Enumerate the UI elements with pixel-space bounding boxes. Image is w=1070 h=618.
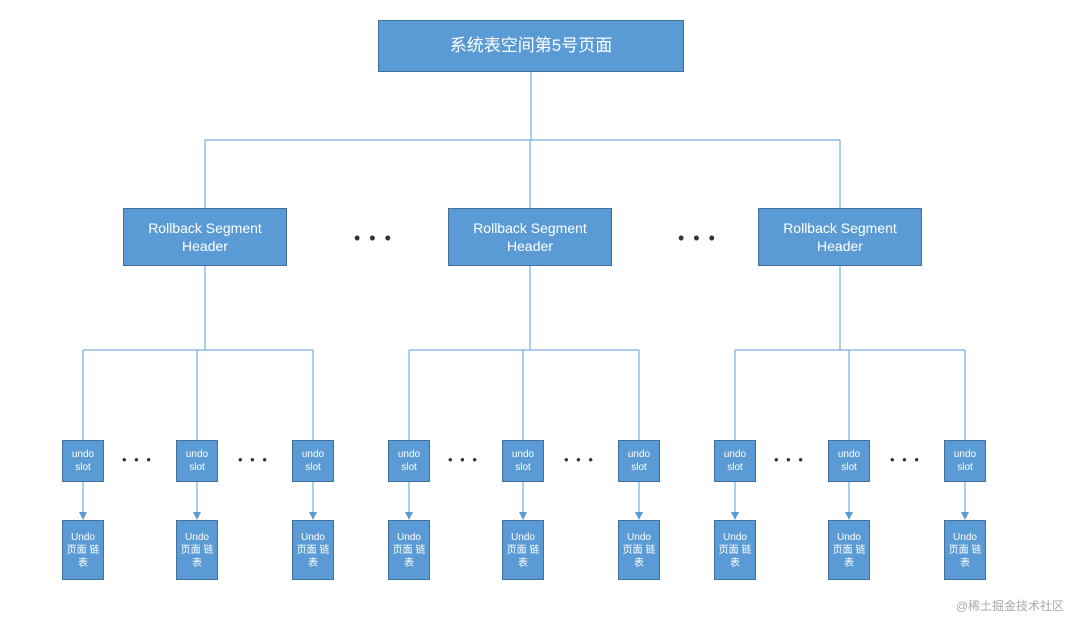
undo-page-list: Undo 页面 链表 bbox=[388, 520, 430, 580]
slot-ellipsis: • • • bbox=[122, 452, 153, 467]
undo-slot: undo slot bbox=[714, 440, 756, 482]
rollback-header-label: Rollback Segment Header bbox=[130, 219, 280, 255]
undo-slot: undo slot bbox=[292, 440, 334, 482]
undo-slot: undo slot bbox=[944, 440, 986, 482]
root-label: 系统表空间第5号页面 bbox=[450, 35, 612, 57]
undo-page-list: Undo 页面 链表 bbox=[714, 520, 756, 580]
slot-ellipsis: • • • bbox=[890, 452, 921, 467]
undo-page-list: Undo 页面 链表 bbox=[502, 520, 544, 580]
slot-ellipsis: • • • bbox=[448, 452, 479, 467]
watermark: @稀土掘金技术社区 bbox=[956, 597, 1064, 614]
slot-ellipsis: • • • bbox=[238, 452, 269, 467]
header-ellipsis-2: • • • bbox=[678, 228, 717, 249]
undo-slot: undo slot bbox=[618, 440, 660, 482]
undo-page-list: Undo 页面 链表 bbox=[828, 520, 870, 580]
header-ellipsis-1: • • • bbox=[354, 228, 393, 249]
slot-ellipsis: • • • bbox=[774, 452, 805, 467]
rollback-header-1: Rollback Segment Header bbox=[123, 208, 287, 266]
rollback-header-label: Rollback Segment Header bbox=[765, 219, 915, 255]
undo-page-list: Undo 页面 链表 bbox=[944, 520, 986, 580]
root-node: 系统表空间第5号页面 bbox=[378, 20, 684, 72]
undo-page-list: Undo 页面 链表 bbox=[292, 520, 334, 580]
undo-page-list: Undo 页面 链表 bbox=[62, 520, 104, 580]
undo-slot: undo slot bbox=[388, 440, 430, 482]
undo-page-list: Undo 页面 链表 bbox=[176, 520, 218, 580]
slot-ellipsis: • • • bbox=[564, 452, 595, 467]
undo-slot: undo slot bbox=[828, 440, 870, 482]
undo-slot: undo slot bbox=[176, 440, 218, 482]
rollback-header-2: Rollback Segment Header bbox=[448, 208, 612, 266]
undo-slot: undo slot bbox=[62, 440, 104, 482]
undo-page-list: Undo 页面 链表 bbox=[618, 520, 660, 580]
rollback-header-3: Rollback Segment Header bbox=[758, 208, 922, 266]
undo-slot: undo slot bbox=[502, 440, 544, 482]
rollback-header-label: Rollback Segment Header bbox=[455, 219, 605, 255]
